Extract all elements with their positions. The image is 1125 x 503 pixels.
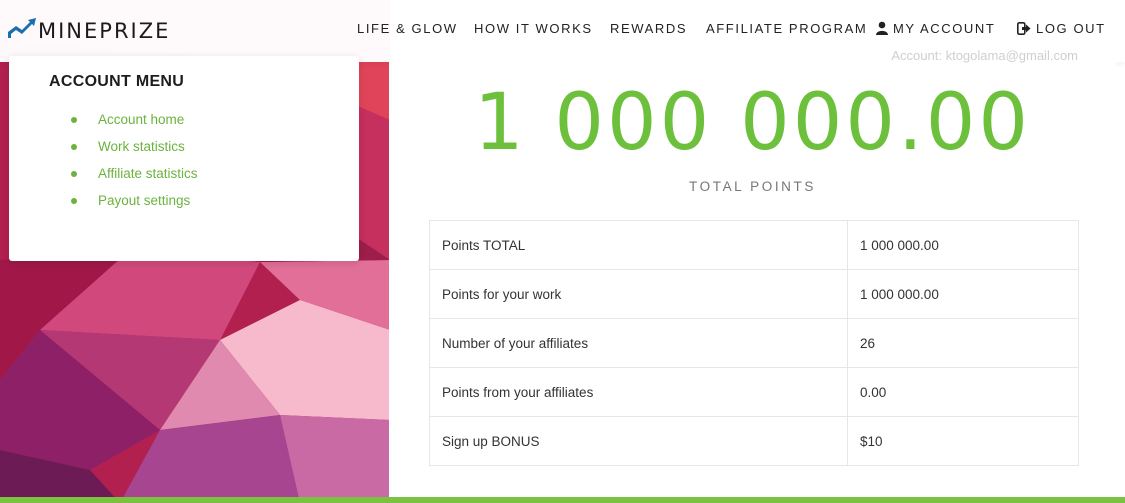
nav-rewards[interactable]: REWARDS — [610, 21, 687, 36]
list-item: Affiliate statistics — [71, 160, 198, 187]
bullet-icon — [71, 197, 77, 204]
user-icon — [876, 21, 888, 38]
stat-value: 1 000 000.00 — [847, 269, 1079, 319]
total-points-label: TOTAL POINTS — [689, 179, 816, 194]
nav-how-it-works[interactable]: HOW IT WORKS — [474, 21, 593, 36]
account-menu-title: ACCOUNT MENU — [49, 73, 185, 90]
stat-label: Points TOTAL — [429, 220, 848, 270]
bullet-icon — [71, 116, 77, 123]
list-item: Payout settings — [71, 187, 198, 214]
stat-label: Sign up BONUS — [429, 416, 848, 466]
menu-link-affiliate-statistics[interactable]: Affiliate statistics — [98, 166, 198, 181]
bullet-icon — [71, 143, 77, 150]
brand-name: MINEPRIZE — [38, 18, 171, 43]
nav-affiliate-program[interactable]: AFFILIATE PROGRAM — [706, 21, 867, 36]
nav-log-out[interactable]: LOG OUT — [1017, 21, 1106, 38]
stat-value: 0.00 — [847, 367, 1079, 417]
nav-my-account[interactable]: MY ACCOUNT — [876, 21, 995, 38]
table-row: Number of your affiliates 26 — [429, 318, 1079, 368]
list-item: Account home — [71, 106, 198, 133]
table-row: Points from your affiliates 0.00 — [429, 367, 1079, 417]
account-summary-panel: Account: ktogolama@gmail.com 1 000 000.0… — [389, 48, 1116, 497]
stat-value: 26 — [847, 318, 1079, 368]
brand-logo[interactable]: MINEPRIZE — [8, 18, 170, 43]
stat-label: Points for your work — [429, 269, 848, 319]
table-row: Sign up BONUS $10 — [429, 416, 1079, 466]
account-menu-card: ACCOUNT MENU Account home Work statistic… — [9, 56, 359, 261]
stat-value: $10 — [847, 416, 1079, 466]
account-email: Account: ktogolama@gmail.com — [891, 48, 1078, 63]
nav-log-out-label: LOG OUT — [1036, 21, 1106, 36]
list-item: Work statistics — [71, 133, 198, 160]
points-stats-table: Points TOTAL 1 000 000.00 Points for you… — [429, 220, 1079, 466]
account-menu-list: Account home Work statistics Affiliate s… — [71, 106, 198, 214]
chart-trend-icon — [8, 18, 36, 43]
stat-label: Points from your affiliates — [429, 367, 848, 417]
table-row: Points for your work 1 000 000.00 — [429, 269, 1079, 319]
bullet-icon — [71, 170, 77, 177]
stat-label: Number of your affiliates — [429, 318, 848, 368]
nav-my-account-label: MY ACCOUNT — [893, 21, 996, 36]
bottom-accent-bar — [0, 497, 1125, 503]
stat-value: 1 000 000.00 — [847, 220, 1079, 270]
total-points-value: 1 000 000.00 — [473, 78, 1031, 168]
logout-icon — [1017, 22, 1031, 38]
table-row: Points TOTAL 1 000 000.00 — [429, 220, 1079, 270]
nav-life-glow[interactable]: LIFE & GLOW — [357, 21, 458, 36]
menu-link-account-home[interactable]: Account home — [98, 112, 184, 127]
menu-link-payout-settings[interactable]: Payout settings — [98, 193, 190, 208]
menu-link-work-statistics[interactable]: Work statistics — [98, 139, 185, 154]
